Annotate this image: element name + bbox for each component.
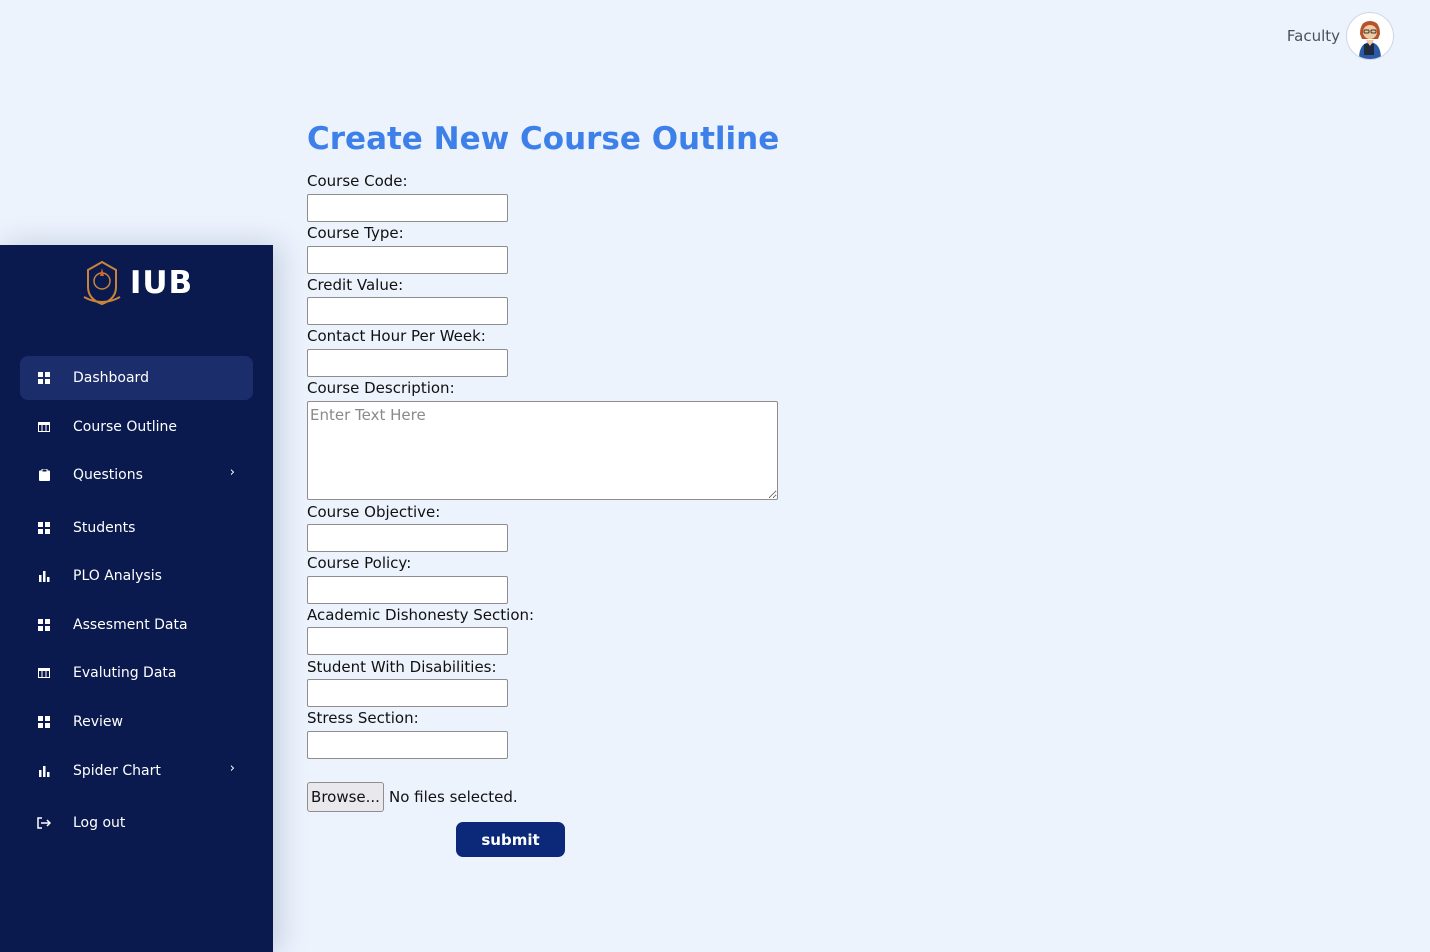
academic-dishonesty-input[interactable] <box>307 627 508 655</box>
sidebar-item-log-out[interactable]: Log out <box>20 801 253 845</box>
course-policy-input[interactable] <box>307 576 508 604</box>
table-icon <box>37 666 51 680</box>
sidebar-item-evaluting-data[interactable]: Evaluting Data <box>20 651 253 695</box>
bar-chart-icon <box>37 569 51 583</box>
chevron-right-icon: › <box>229 761 235 776</box>
sidebar-item-label: Dashboard <box>73 370 149 386</box>
course-objective-input[interactable] <box>307 524 508 552</box>
course-type-input[interactable] <box>307 246 508 274</box>
clipboard-icon <box>37 468 51 482</box>
bar-chart-icon <box>37 764 51 778</box>
brand-name: IUB <box>129 265 194 301</box>
page-title: Create New Course Outline <box>307 121 780 157</box>
grid-icon <box>37 371 51 385</box>
contact-hour-input[interactable] <box>307 349 508 377</box>
sidebar-item-label: Spider Chart <box>73 763 161 779</box>
course-description-label: Course Description: <box>307 379 455 397</box>
chevron-right-icon: › <box>229 465 235 480</box>
logout-icon <box>37 816 51 830</box>
file-status-text: No files selected. <box>389 788 518 806</box>
sidebar-item-label: Review <box>73 714 123 730</box>
credit-value-input[interactable] <box>307 297 508 325</box>
university-logo-icon <box>83 260 121 306</box>
submit-button[interactable]: submit <box>456 822 565 857</box>
table-icon <box>37 420 51 434</box>
course-code-input[interactable] <box>307 194 508 222</box>
stress-section-input[interactable] <box>307 731 508 759</box>
browse-file-button[interactable]: Browse... <box>307 782 384 812</box>
sidebar-item-label: PLO Analysis <box>73 568 162 584</box>
sidebar-item-questions[interactable]: Questions › <box>20 453 253 497</box>
sidebar-item-spider-chart[interactable]: Spider Chart › <box>20 749 253 793</box>
academic-dishonesty-label: Academic Dishonesty Section: <box>307 606 535 624</box>
grid-icon <box>37 715 51 729</box>
brand[interactable]: IUB <box>0 259 273 307</box>
course-code-label: Course Code: <box>307 172 408 190</box>
sidebar-item-review[interactable]: Review <box>20 700 253 744</box>
user-role-label: Faculty <box>1286 27 1340 45</box>
sidebar-item-assesment-data[interactable]: Assesment Data <box>20 603 253 647</box>
sidebar-item-label: Questions <box>73 467 143 483</box>
user-menu[interactable]: Faculty <box>1287 12 1394 60</box>
course-description-textarea[interactable] <box>307 401 778 500</box>
sidebar-item-course-outline[interactable]: Course Outline <box>20 405 253 449</box>
sidebar-item-label: Log out <box>73 815 126 831</box>
sidebar: IUB Dashboard Course Outline Questions ›… <box>0 245 273 952</box>
sidebar-item-label: Students <box>73 520 136 536</box>
sidebar-item-students[interactable]: Students <box>20 506 253 550</box>
sidebar-item-label: Evaluting Data <box>73 665 177 681</box>
sidebar-item-dashboard[interactable]: Dashboard <box>20 356 253 400</box>
credit-value-label: Credit Value: <box>307 276 404 294</box>
grid-icon <box>37 521 51 535</box>
course-policy-label: Course Policy: <box>307 554 412 572</box>
sidebar-item-label: Course Outline <box>73 419 177 435</box>
grid-icon <box>37 618 51 632</box>
course-objective-label: Course Objective: <box>307 503 441 521</box>
stress-section-label: Stress Section: <box>307 709 419 727</box>
course-type-label: Course Type: <box>307 224 404 242</box>
avatar[interactable] <box>1346 12 1394 60</box>
student-disabilities-label: Student With Disabilities: <box>307 658 497 676</box>
student-disabilities-input[interactable] <box>307 679 508 707</box>
sidebar-item-label: Assesment Data <box>73 617 188 633</box>
sidebar-item-plo-analysis[interactable]: PLO Analysis <box>20 554 253 598</box>
contact-hour-label: Contact Hour Per Week: <box>307 327 486 345</box>
